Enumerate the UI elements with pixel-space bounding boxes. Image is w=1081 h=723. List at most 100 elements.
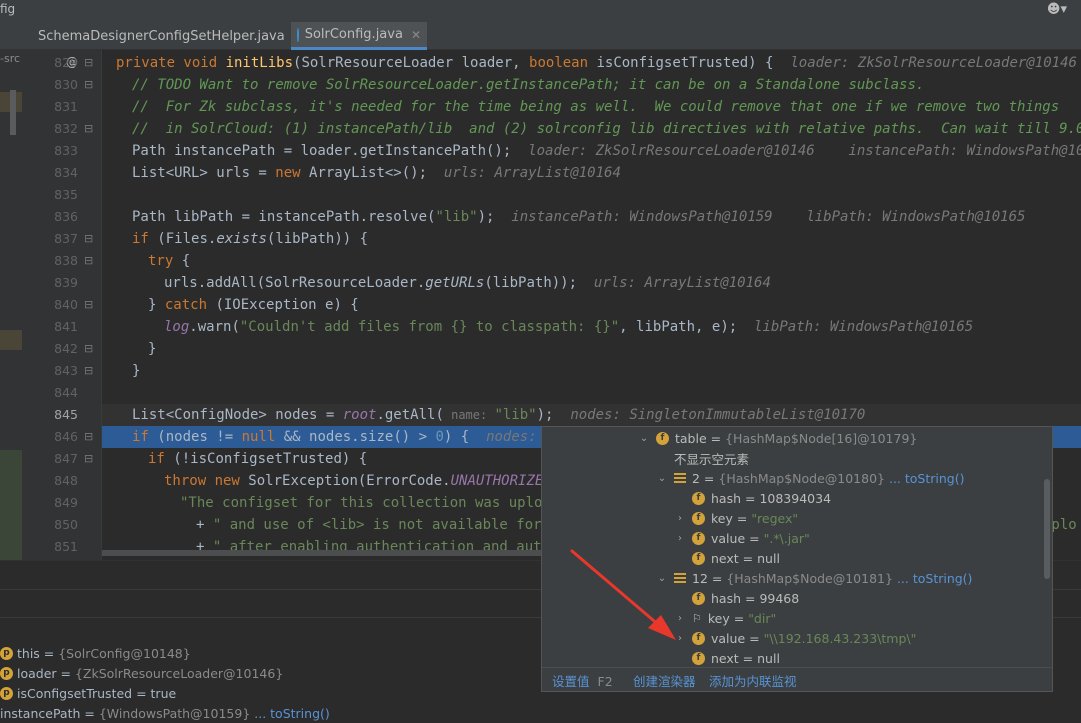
code-line-837: if (Files.exists(libPath)) { — [132, 231, 369, 247]
chevron-down-icon[interactable]: ⌄ — [638, 433, 650, 444]
java-class-icon — [297, 27, 299, 42]
fold-icon[interactable]: ⊟ — [84, 298, 93, 311]
line-number: 837 — [54, 231, 78, 246]
to-string-link[interactable]: ... toString() — [897, 571, 973, 586]
line-number: 843 — [54, 363, 78, 378]
inline-debug-value: nodes: SingletonImmutableList@10170 — [570, 407, 866, 423]
fold-icon[interactable]: ⊟ — [84, 56, 93, 69]
add-inline-watch-button[interactable]: 添加为内联监视 — [709, 671, 797, 690]
popup-tree-row[interactable]: f next = null — [674, 648, 780, 668]
popup-tree-row[interactable]: f hash = 108394034 — [674, 488, 831, 508]
popup-tree-row[interactable]: › f value = "\\192.168.43.233\tmp\" — [674, 628, 916, 648]
variable-row[interactable]: p this = {SolrConfig@10148} — [0, 643, 191, 663]
field-icon: f — [656, 431, 669, 445]
fold-icon[interactable]: ⊟ — [84, 254, 93, 267]
inline-debug-value: loader: ZkSolrResourceLoader@10146 insta… — [528, 143, 1081, 159]
line-number: 851 — [54, 539, 78, 554]
title-bar: fig ☻▾ — [0, 0, 1081, 22]
fold-icon[interactable]: ⊟ — [84, 232, 93, 245]
line-number: 829 — [54, 55, 78, 70]
line-number: 849 — [54, 495, 78, 510]
chevron-right-icon[interactable]: › — [674, 513, 686, 524]
parameter-icon: p — [0, 686, 13, 700]
set-value-button[interactable]: 设置值 F2 — [552, 671, 613, 690]
horizontal-scrollbar[interactable] — [102, 550, 542, 556]
tab-label: SchemaDesignerConfigSetHelper.java — [38, 28, 285, 44]
line-number: 844 — [54, 385, 78, 400]
field-icon: f — [692, 511, 705, 525]
fold-icon[interactable]: ⊟ — [84, 364, 93, 377]
tab-schema-designer-config-set-helper[interactable]: SchemaDesignerConfigSetHelper.java ✕ — [26, 22, 303, 50]
chevron-right-icon[interactable]: › — [674, 533, 686, 544]
variable-row[interactable]: instancePath = {WindowsPath@10159} ... t… — [0, 703, 330, 723]
variable-row[interactable]: p loader = {ZkSolrResourceLoader@10146} — [0, 663, 283, 683]
fold-icon[interactable]: ⊟ — [84, 452, 93, 465]
popup-scrollbar[interactable] — [1044, 479, 1050, 579]
line-number: 835 — [54, 187, 78, 202]
editor-tab-bar: SchemaDesignerConfigSetHelper.java ✕ Sol… — [0, 22, 1081, 50]
line-number: 831 — [54, 99, 78, 114]
chevron-right-icon[interactable]: › — [674, 613, 686, 624]
fold-icon[interactable]: ⊟ — [84, 430, 93, 443]
project-tree-highlight — [0, 330, 22, 350]
field-icon: f — [692, 631, 705, 645]
code-line-833: Path instancePath = loader.getInstancePa… — [132, 140, 1081, 162]
to-string-link[interactable]: ... toString() — [889, 471, 965, 486]
field-icon: f — [692, 491, 705, 505]
fold-icon[interactable]: ⊟ — [84, 342, 93, 355]
line-number: 830 — [54, 77, 78, 92]
line-number: 838 — [54, 253, 78, 268]
create-renderer-button[interactable]: 创建渲染器 — [633, 671, 696, 690]
to-string-link[interactable]: ... toString() — [254, 706, 330, 721]
code-line-845: List<ConfigNode> nodes = root.getAll( na… — [132, 407, 866, 423]
shortcut-key: F2 — [597, 674, 613, 689]
parameter-name-hint: name: — [443, 408, 495, 422]
code-line-850: + " and use of <lib> is not available fo… — [196, 517, 559, 533]
hide-empty-elements-label[interactable]: 不显示空元素 — [674, 448, 749, 468]
tab-solr-config[interactable]: SolrConfig.java ✕ — [291, 22, 427, 50]
chevron-right-icon[interactable]: › — [674, 633, 686, 644]
line-number: 846 — [54, 429, 78, 444]
variable-inspect-popup: ⌄ f table = {HashMap$Node[16]@10179} 不显示… — [541, 426, 1053, 692]
project-tree-highlight — [0, 450, 22, 560]
line-number: 833 — [54, 143, 78, 158]
popup-tree-row[interactable]: ⌄ f table = {HashMap$Node[16]@10179} — [638, 428, 918, 448]
inline-debug-value: instancePath: WindowsPath@10159 libPath:… — [511, 209, 1026, 225]
popup-tree-row[interactable]: › f key = "regex" — [674, 508, 798, 528]
popup-tree-row[interactable]: f hash = 99468 — [674, 588, 799, 608]
code-line-834: List<URL> urls = new ArrayList<>(); urls… — [132, 165, 621, 181]
inline-debug-value: urls: ArrayList@10164 — [443, 165, 621, 181]
close-icon[interactable]: ✕ — [411, 28, 421, 42]
chevron-down-icon[interactable]: ⌄ — [656, 473, 668, 484]
code-line-849: "The configset for this collection was u… — [180, 495, 560, 511]
line-number: 841 — [54, 319, 78, 334]
code-line-829: private void initLibs(SolrResourceLoader… — [116, 52, 1081, 74]
popup-divider — [542, 667, 1052, 668]
line-number: 840 — [54, 297, 78, 312]
inline-debug-value: libPath: WindowsPath@10165 — [754, 319, 974, 335]
project-scrollbar[interactable] — [10, 90, 16, 135]
code-line-846: if (nodes != null && nodes.size() > 0) {… — [132, 429, 562, 445]
project-tree-fragment: -src — [0, 52, 21, 65]
map-entry-icon — [674, 473, 686, 483]
fold-icon[interactable]: ⊟ — [84, 78, 93, 91]
parameter-icon: p — [0, 666, 13, 680]
code-line-831: // For Zk subclass, it's needed for the … — [132, 99, 1060, 115]
window-title-fragment: fig — [0, 2, 16, 16]
line-number-gutter[interactable]: @ 829 830 831 832 833 834 835 836 837 83… — [22, 50, 102, 560]
popup-tree-row[interactable]: ⌄ 2 = {HashMap$Node@10180} ... toString(… — [656, 468, 965, 488]
tab-label: SolrConfig.java — [304, 27, 403, 42]
popup-tree-row[interactable]: ⌄ 12 = {HashMap$Node@10181} ... toString… — [656, 568, 973, 588]
line-number: 842 — [54, 341, 78, 356]
chevron-down-icon[interactable]: ⌄ — [656, 573, 668, 584]
user-icon[interactable]: ☻▾ — [1047, 2, 1067, 17]
popup-tree-row[interactable]: › ⚐ key = "dir" — [674, 608, 776, 628]
code-line-847: if (!isConfigsetTrusted) { — [148, 451, 368, 467]
code-line-832: // in SolrCloud: (1) instancePath/lib an… — [132, 121, 1081, 137]
line-number: 848 — [54, 473, 78, 488]
fold-icon[interactable]: ⊟ — [84, 122, 93, 135]
popup-tree-row[interactable]: › f value = ".*\.jar" — [674, 528, 810, 548]
variable-row[interactable]: p isConfigsetTrusted = true — [0, 683, 176, 703]
code-line-841: log.warn("Couldn't add files from {} to … — [164, 319, 974, 335]
popup-tree-row[interactable]: f next = null — [674, 548, 780, 568]
